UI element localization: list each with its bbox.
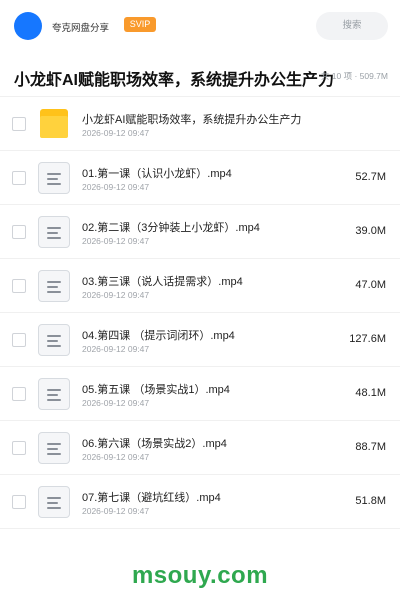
file-row[interactable]: 小龙虾AI赋能职场效率，系统提升办公生产力 2026-09-12 09:47	[0, 97, 400, 151]
file-date: 2026-09-12 09:47	[82, 182, 150, 192]
file-row[interactable]: 07.第七课（避坑红线）.mp4 2026-09-12 09:47 51.8M	[0, 475, 400, 529]
file-row[interactable]: 06.第六课（场景实战2）.mp4 2026-09-12 09:47 88.7M	[0, 421, 400, 475]
file-name: 07.第七课（避坑红线）.mp4	[82, 492, 221, 504]
share-user-name: 夸克网盘分享	[52, 23, 110, 34]
search-input[interactable]: 搜索	[316, 12, 388, 40]
select-checkbox[interactable]	[12, 387, 26, 401]
file-name: 05.第五课 （场景实战1）.mp4	[82, 384, 230, 396]
folder-icon	[38, 108, 70, 140]
document-icon	[38, 432, 70, 464]
file-name: 02.第二课（3分钟装上小龙虾）.mp4	[82, 222, 260, 234]
document-icon	[38, 270, 70, 302]
file-row[interactable]: 02.第二课（3分钟装上小龙虾）.mp4 2026-09-12 09:47 39…	[0, 205, 400, 259]
file-name: 01.第一课（认识小龙虾）.mp4	[82, 168, 232, 180]
document-icon	[38, 486, 70, 518]
svip-badge: SVIP	[124, 17, 156, 32]
file-list: 小龙虾AI赋能职场效率，系统提升办公生产力 2026-09-12 09:47 0…	[0, 97, 400, 529]
file-size: 48.1M	[355, 387, 386, 399]
file-size: 47.0M	[355, 279, 386, 291]
file-name: 06.第六课（场景实战2）.mp4	[82, 438, 227, 450]
file-date: 2026-09-12 09:47	[82, 506, 150, 516]
document-icon	[38, 216, 70, 248]
watermark-text: msouy.com	[131, 562, 269, 589]
file-row[interactable]: 04.第四课 （提示词闭环）.mp4 2026-09-12 09:47 127.…	[0, 313, 400, 367]
file-size: 51.8M	[355, 495, 386, 507]
app-header: 夸克网盘分享 SVIP 搜索	[0, 0, 400, 52]
file-size: 88.7M	[355, 441, 386, 453]
select-checkbox[interactable]	[12, 441, 26, 455]
page-title: 小龙虾AI赋能职场效率，系统提升办公生产力	[14, 72, 335, 89]
avatar[interactable]	[14, 12, 42, 40]
file-name: 04.第四课 （提示词闭环）.mp4	[82, 330, 235, 342]
file-count-summary: 共 10 项 · 509.7M	[320, 71, 388, 81]
document-icon	[38, 324, 70, 356]
file-name: 03.第三课（说人话提需求）.mp4	[82, 276, 243, 288]
file-name: 小龙虾AI赋能职场效率，系统提升办公生产力	[82, 114, 302, 126]
file-row[interactable]: 03.第三课（说人话提需求）.mp4 2026-09-12 09:47 47.0…	[0, 259, 400, 313]
file-date: 2026-09-12 09:47	[82, 128, 150, 138]
file-size: 127.6M	[349, 333, 386, 345]
select-checkbox[interactable]	[12, 279, 26, 293]
document-icon	[38, 162, 70, 194]
select-checkbox[interactable]	[12, 171, 26, 185]
select-checkbox[interactable]	[12, 225, 26, 239]
file-date: 2026-09-12 09:47	[82, 344, 150, 354]
file-date: 2026-09-12 09:47	[82, 452, 150, 462]
folder-title-row: 小龙虾AI赋能职场效率，系统提升办公生产力 共 10 项 · 509.7M	[0, 52, 400, 97]
file-date: 2026-09-12 09:47	[82, 398, 150, 408]
file-row[interactable]: 05.第五课 （场景实战1）.mp4 2026-09-12 09:47 48.1…	[0, 367, 400, 421]
file-row[interactable]: 01.第一课（认识小龙虾）.mp4 2026-09-12 09:47 52.7M	[0, 151, 400, 205]
select-checkbox[interactable]	[12, 117, 26, 131]
file-date: 2026-09-12 09:47	[82, 236, 150, 246]
select-checkbox[interactable]	[12, 333, 26, 347]
file-date: 2026-09-12 09:47	[82, 290, 150, 300]
file-size: 52.7M	[355, 171, 386, 183]
select-checkbox[interactable]	[12, 495, 26, 509]
document-icon	[38, 378, 70, 410]
file-size: 39.0M	[355, 225, 386, 237]
